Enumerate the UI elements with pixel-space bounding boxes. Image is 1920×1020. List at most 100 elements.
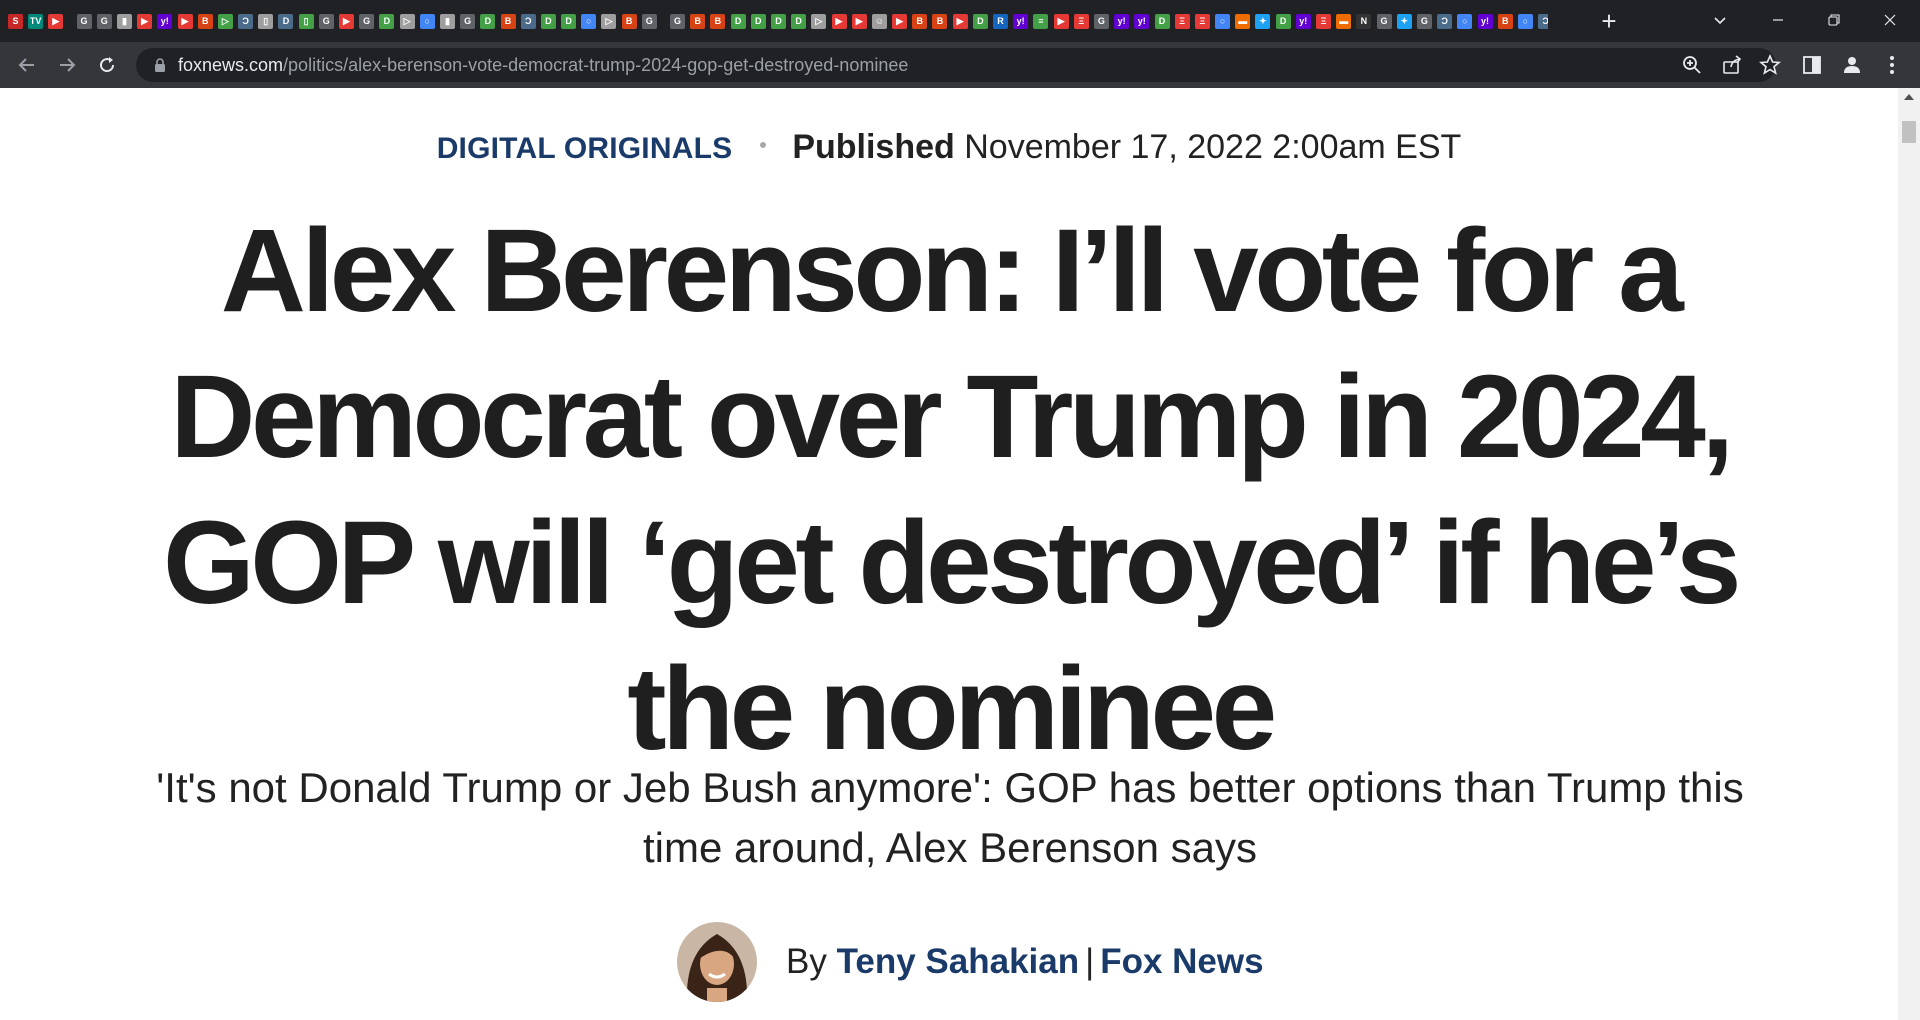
pinned-tab-favicon-icon[interactable]: G: [76, 13, 92, 29]
pinned-tab-favicon-icon[interactable]: D: [1275, 13, 1291, 29]
pinned-tab-favicon-icon[interactable]: D: [379, 13, 395, 29]
pinned-tab-favicon-icon[interactable]: ▬: [1235, 13, 1251, 29]
share-icon[interactable]: [1720, 53, 1744, 77]
pinned-tab-favicon-icon[interactable]: y!: [1114, 13, 1130, 29]
pinned-tab-favicon-icon[interactable]: ▶: [1053, 13, 1069, 29]
pinned-tab-favicon-icon[interactable]: N: [1356, 13, 1372, 29]
zoom-icon[interactable]: [1680, 53, 1704, 77]
pinned-tab-favicon-icon[interactable]: y!: [157, 13, 173, 29]
pinned-tab-favicon-icon[interactable]: G: [1416, 13, 1432, 29]
pinned-tab-favicon-icon[interactable]: B: [1497, 13, 1513, 29]
pinned-tab-favicon-icon[interactable]: ▯: [298, 13, 314, 29]
pinned-tab-favicon-icon[interactable]: ▶: [48, 13, 64, 29]
pinned-tab-favicon-icon[interactable]: D: [278, 13, 294, 29]
side-panel-icon[interactable]: [1800, 53, 1824, 77]
pinned-tab-favicon-icon[interactable]: Ͻ: [1538, 13, 1548, 29]
address-bar[interactable]: foxnews.com/politics/alex-berenson-vote-…: [136, 48, 1782, 82]
pinned-tab-favicon-icon[interactable]: ▶: [177, 13, 193, 29]
pinned-tab-favicon-icon[interactable]: ▶: [339, 13, 354, 29]
category-link[interactable]: DIGITAL ORIGINALS: [437, 132, 733, 165]
pinned-tab-favicon-icon[interactable]: Ξ: [1174, 13, 1190, 29]
pinned-tab-favicon-icon[interactable]: y!: [1295, 13, 1311, 29]
lock-icon[interactable]: [152, 57, 168, 73]
scroll-thumb[interactable]: [1902, 121, 1916, 143]
reload-button[interactable]: [92, 50, 122, 80]
pinned-tab-favicon-icon[interactable]: ▷: [217, 13, 233, 29]
pinned-tab-favicon-icon[interactable]: B: [690, 13, 706, 29]
pinned-tab-favicon-icon[interactable]: G: [641, 13, 657, 29]
pinned-tab-favicon-icon[interactable]: S: [8, 13, 23, 29]
pinned-tab-favicon-icon[interactable]: y!: [1134, 13, 1150, 29]
pinned-tab-favicon-icon[interactable]: ○: [419, 13, 435, 29]
pinned-tab-favicon-icon[interactable]: D: [561, 13, 577, 29]
pinned-tab-favicon-icon[interactable]: Ξ: [1316, 13, 1331, 29]
minimize-button[interactable]: [1750, 0, 1806, 42]
pinned-tab-favicon-icon[interactable]: ▷: [399, 13, 415, 29]
pinned-tab-favicon-icon[interactable]: G: [96, 13, 112, 29]
pinned-tab-favicon-icon[interactable]: ▶: [952, 13, 968, 29]
pinned-tab-favicon-icon[interactable]: ○: [581, 13, 597, 29]
pinned-tab-favicon-icon[interactable]: B: [197, 13, 213, 29]
pinned-tab-favicon-icon[interactable]: B: [621, 13, 637, 29]
pinned-tab-favicon-icon[interactable]: ✦: [1396, 13, 1412, 29]
author-link[interactable]: Teny Sahakian: [837, 942, 1080, 981]
pinned-tab-favicon-icon[interactable]: G: [670, 13, 685, 29]
pinned-tab-favicon-icon[interactable]: ✦: [1255, 13, 1271, 29]
pinned-tab-favicon-icon[interactable]: Ξ: [1194, 13, 1210, 29]
close-window-button[interactable]: [1862, 0, 1918, 42]
pinned-tab-favicon-icon[interactable]: ▮: [439, 13, 455, 29]
pinned-tab-favicon-icon[interactable]: ▶: [892, 13, 908, 29]
pinned-tab-favicon-icon[interactable]: ▷: [601, 13, 617, 29]
pinned-tab-favicon-icon[interactable]: Ͻ: [1437, 13, 1453, 29]
pinned-tab-favicon-icon[interactable]: D: [750, 13, 766, 29]
pinned-tab-favicon-icon[interactable]: ○: [1517, 13, 1533, 29]
pinned-tab-favicon-icon[interactable]: ▬: [1336, 13, 1352, 29]
pinned-tab-favicon-icon[interactable]: ≡: [1033, 13, 1049, 29]
profile-icon[interactable]: [1840, 53, 1864, 77]
pinned-tab-favicon-icon[interactable]: y!: [1013, 13, 1029, 29]
pinned-tab-favicon-icon[interactable]: ▯: [258, 13, 274, 29]
pinned-tab-favicon-icon[interactable]: ▶: [851, 13, 867, 29]
tab-search-button[interactable]: [1692, 0, 1748, 42]
restore-button[interactable]: [1806, 0, 1862, 42]
pinned-tab-favicon-icon[interactable]: G: [318, 13, 334, 29]
page-scrollbar[interactable]: [1898, 88, 1920, 1020]
author-avatar[interactable]: [677, 922, 757, 1002]
url-text[interactable]: foxnews.com/politics/alex-berenson-vote-…: [178, 48, 908, 82]
pinned-tab-favicon-icon[interactable]: G: [1376, 13, 1392, 29]
pinned-tab-favicon-icon[interactable]: B: [932, 13, 948, 29]
pinned-tab-favicon-icon[interactable]: Ͻ: [520, 13, 536, 29]
pinned-tab-favicon-icon[interactable]: ▶: [137, 13, 153, 29]
pinned-tab-favicon-icon[interactable]: Ξ: [1073, 13, 1089, 29]
menu-kebab-icon[interactable]: [1880, 53, 1904, 77]
pinned-tab-favicon-icon[interactable]: ▷: [811, 13, 827, 29]
pinned-tab-favicon-icon[interactable]: G: [359, 13, 375, 29]
pinned-tab-favicon-icon[interactable]: ○: [1215, 13, 1231, 29]
pinned-tab-favicon-icon[interactable]: ○: [1457, 13, 1473, 29]
pinned-tab-favicon-icon[interactable]: Ͻ: [238, 13, 254, 29]
pinned-tab-favicon-icon[interactable]: B: [912, 13, 928, 29]
pinned-tab-favicon-icon[interactable]: B: [710, 13, 726, 29]
pinned-tab-favicon-icon[interactable]: TV: [28, 13, 44, 29]
pinned-tab-favicon-icon[interactable]: D: [480, 13, 496, 29]
pinned-tab-favicon-icon[interactable]: D: [972, 13, 988, 29]
pinned-tab-favicon-icon[interactable]: ▶: [831, 13, 847, 29]
pinned-tab-favicon-icon[interactable]: D: [540, 13, 556, 29]
outlet-link[interactable]: Fox News: [1100, 942, 1263, 981]
pinned-tab-favicon-icon[interactable]: D: [730, 13, 746, 29]
pinned-tab-favicon-icon[interactable]: ☺: [871, 13, 887, 29]
new-tab-button[interactable]: +: [1594, 6, 1624, 36]
scroll-up-arrow-icon[interactable]: [1904, 94, 1914, 100]
pinned-tab-favicon-icon[interactable]: G: [460, 13, 476, 29]
pinned-tab-favicon-icon[interactable]: R: [993, 13, 1008, 29]
pinned-tab-favicon-icon[interactable]: ▮: [116, 13, 132, 29]
pinned-tab-favicon-icon[interactable]: D: [1154, 13, 1170, 29]
pinned-tab-favicon-icon[interactable]: y!: [1477, 13, 1493, 29]
back-button[interactable]: [12, 50, 42, 80]
pinned-tab-favicon-icon[interactable]: G: [1093, 13, 1109, 29]
pinned-tab-favicon-icon[interactable]: D: [791, 13, 807, 29]
pinned-tab-favicon-icon[interactable]: B: [500, 13, 516, 29]
forward-button[interactable]: [52, 50, 82, 80]
pinned-tab-favicon-icon[interactable]: D: [770, 13, 786, 29]
bookmark-star-icon[interactable]: [1758, 53, 1782, 77]
